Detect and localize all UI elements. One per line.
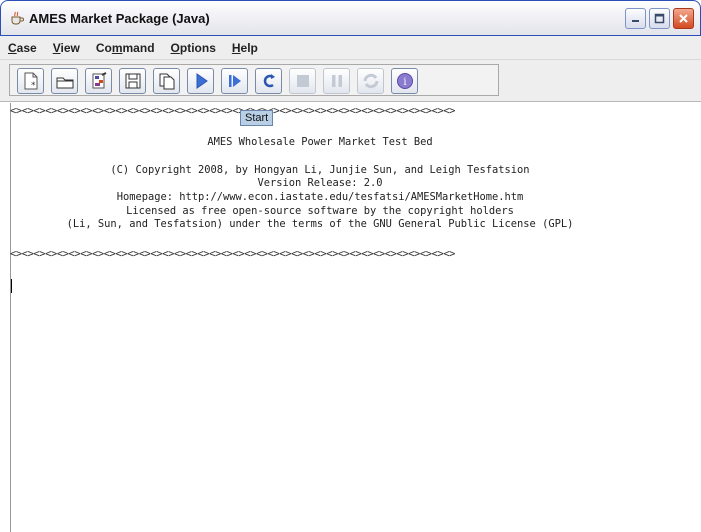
open-folder-icon xyxy=(56,77,73,89)
maximize-button[interactable] xyxy=(649,7,670,29)
save-button[interactable] xyxy=(119,68,146,94)
menu-options[interactable]: Options xyxy=(169,39,218,57)
step-button[interactable] xyxy=(221,68,248,94)
menu-command[interactable]: Command xyxy=(94,39,157,57)
step-icon xyxy=(228,75,241,87)
toolbar: * i xyxy=(0,59,701,102)
new-case-button[interactable]: * xyxy=(17,68,44,94)
refresh-icon xyxy=(363,73,378,89)
open-button[interactable] xyxy=(51,68,78,94)
save-as-icon xyxy=(159,73,174,90)
svg-text:i: i xyxy=(403,77,406,88)
reset-button[interactable] xyxy=(255,68,282,94)
reset-icon xyxy=(263,74,275,88)
close-button[interactable] xyxy=(673,7,694,29)
save-as-button[interactable] xyxy=(153,68,180,94)
edit-case-button[interactable] xyxy=(85,68,112,94)
refresh-button[interactable] xyxy=(357,68,384,94)
new-case-icon: * xyxy=(24,72,37,90)
toolbar-group: * i xyxy=(9,64,499,96)
stop-button[interactable] xyxy=(289,68,316,94)
separator-line: <><><><><><><><><><><><><><><><><><><><>… xyxy=(10,248,456,260)
output-line: Version Release: 2.0 xyxy=(257,177,383,189)
start-icon xyxy=(196,73,208,89)
text-caret xyxy=(11,279,12,293)
maximize-icon xyxy=(654,13,665,23)
separator-line: <><><><><><><><><><><><><><><><><><><><>… xyxy=(10,105,456,117)
stop-icon xyxy=(296,75,309,87)
minimize-icon xyxy=(632,19,639,22)
title-bar: AMES Market Package (Java) xyxy=(0,0,701,36)
start-button[interactable] xyxy=(187,68,214,94)
start-tooltip: Start xyxy=(240,110,274,126)
output-area[interactable]: <><><><><><><><><><><><><><><><><><><><>… xyxy=(0,103,701,532)
output-line: (C) Copyright 2008, by Hongyan Li, Junji… xyxy=(110,164,530,176)
output-line: Homepage: http://www.econ.iastate.edu/te… xyxy=(116,191,524,203)
java-cup-icon xyxy=(9,10,25,26)
output-line: AMES Wholesale Power Market Test Bed xyxy=(207,136,433,148)
close-icon xyxy=(679,13,688,23)
menu-help[interactable]: Help xyxy=(230,39,260,57)
info-icon: i xyxy=(396,73,413,89)
pause-button[interactable] xyxy=(323,68,350,94)
save-disk-icon xyxy=(125,73,140,89)
output-line: (Li, Sun, and Tesfatsion) under the term… xyxy=(66,218,574,230)
window-title: AMES Market Package (Java) xyxy=(29,10,210,26)
svg-text:*: * xyxy=(31,81,36,90)
output-line: Licensed as free open-source software by… xyxy=(126,205,514,217)
menu-bar: Case View Command Options Help xyxy=(0,36,701,59)
edit-case-icon xyxy=(92,72,106,89)
info-button[interactable]: i xyxy=(391,68,418,94)
menu-case[interactable]: Case xyxy=(6,39,39,57)
menu-view[interactable]: View xyxy=(51,39,82,57)
pause-icon xyxy=(331,75,342,87)
minimize-button[interactable] xyxy=(625,7,646,29)
